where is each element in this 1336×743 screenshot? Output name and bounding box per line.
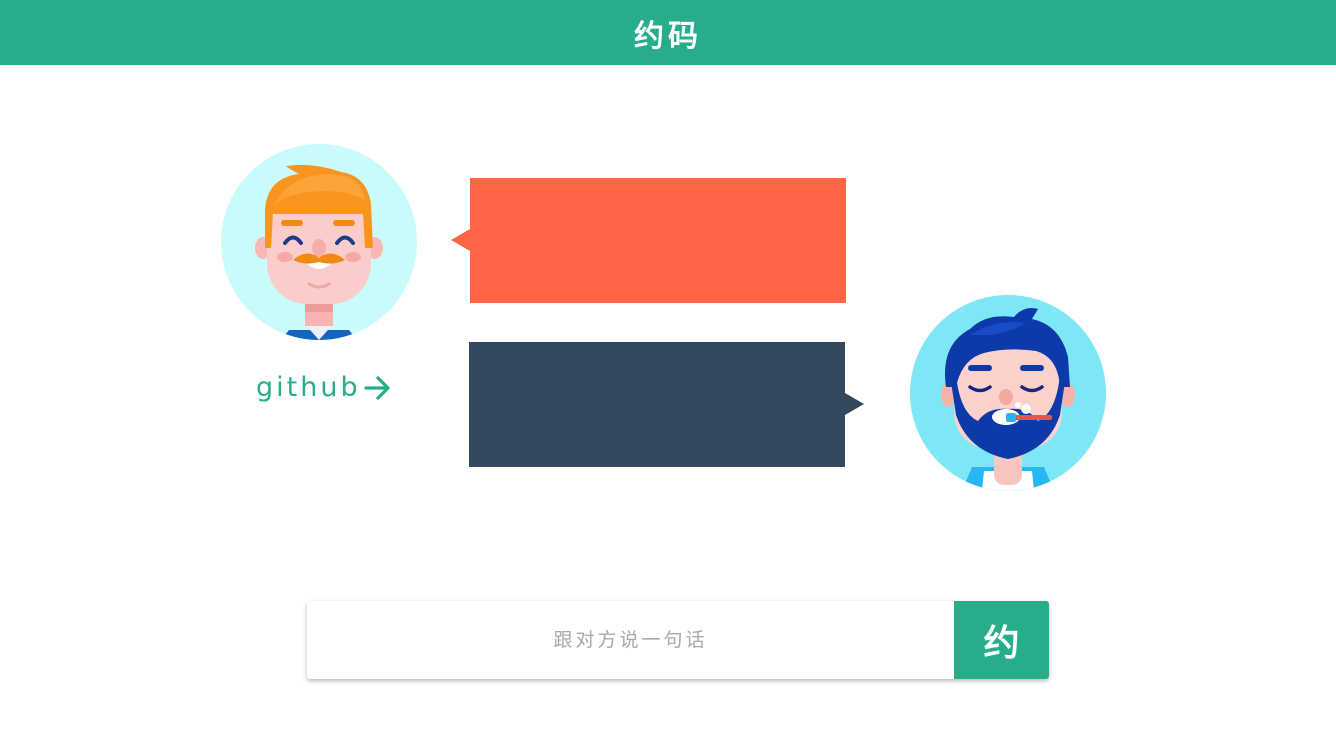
incoming-message-bubble [451,178,846,303]
github-label: github [256,372,361,403]
blue-bearded-man-avatar [910,295,1106,491]
send-button[interactable]: 约 [954,601,1049,679]
app-title: 约码 [634,18,702,54]
message-composer: 约 [307,601,1049,679]
arrow-right-icon [363,375,390,400]
top-bar: 约码 [0,0,1336,65]
github-link[interactable]: github [256,372,393,403]
outgoing-message-bubble [469,342,864,467]
orange-haired-man-avatar [221,144,417,340]
message-input[interactable] [307,601,954,679]
page: 约码 github 跟对方说一句话 约 [0,0,1336,743]
